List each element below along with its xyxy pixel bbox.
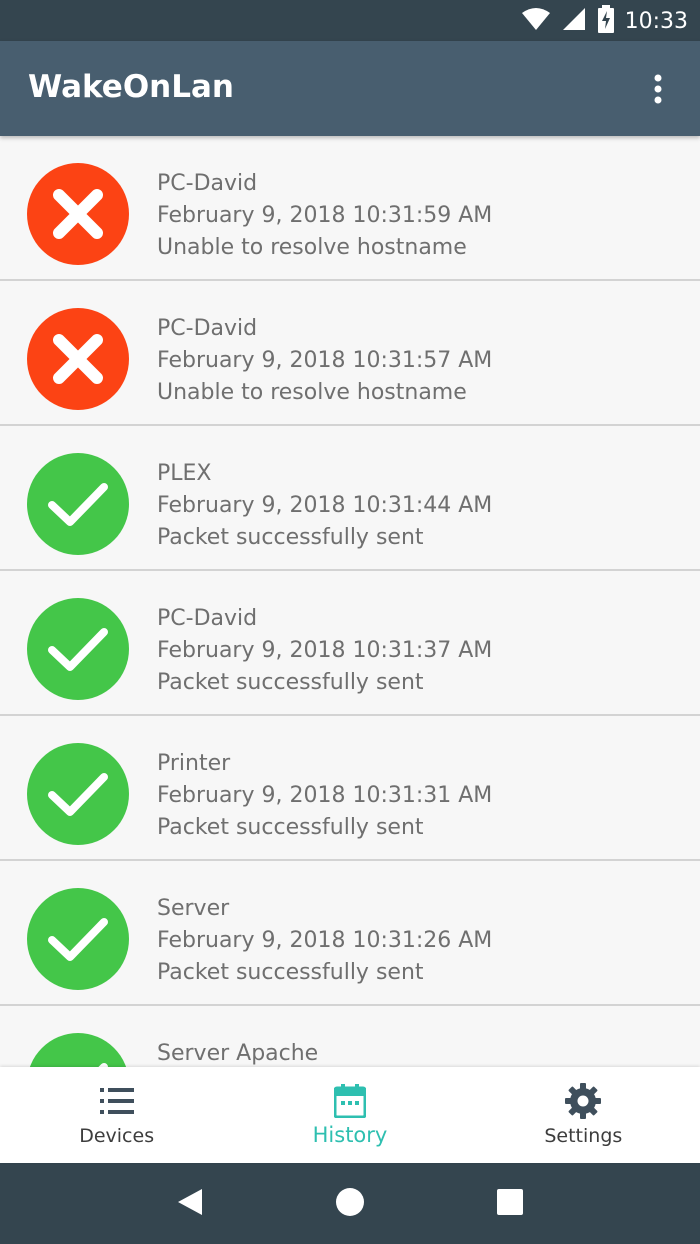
nav-label-history: History (312, 1123, 388, 1147)
checkmark-icon (27, 453, 129, 555)
bottom-navigation: Devices History Settings (0, 1067, 700, 1163)
history-device-name: PC-David (157, 606, 258, 631)
history-device-name: PC-David (157, 171, 258, 196)
history-item[interactable]: PC-David February 9, 2018 10:31:59 AM Un… (0, 136, 700, 281)
history-message: Unable to resolve hostname (157, 235, 467, 260)
status-time: 10:33 (624, 8, 688, 34)
history-device-name: PC-David (157, 316, 258, 341)
cellular-signal-icon (561, 6, 587, 36)
calendar-icon (332, 1083, 368, 1119)
error-icon (27, 308, 129, 410)
history-item[interactable]: PC-David February 9, 2018 10:31:37 AM Pa… (0, 571, 700, 716)
wifi-icon (521, 7, 551, 35)
history-message: Unable to resolve hostname (157, 380, 467, 405)
history-timestamp: February 9, 2018 10:31:37 AM (157, 638, 493, 663)
home-button[interactable] (325, 1179, 375, 1229)
overflow-menu-button[interactable] (636, 69, 680, 113)
history-message: Packet successfully sent (157, 815, 424, 840)
gear-icon (565, 1083, 602, 1119)
history-device-name: Server (157, 896, 230, 921)
history-timestamp: February 9, 2018 10:31:26 AM (157, 928, 493, 953)
system-navigation-bar (0, 1163, 700, 1244)
history-list[interactable]: PC-David February 9, 2018 10:31:59 AM Un… (0, 136, 700, 1067)
history-device-name: PLEX (157, 461, 212, 486)
nav-item-settings[interactable]: Settings (467, 1067, 700, 1163)
nav-label-settings: Settings (544, 1125, 623, 1147)
status-icons: 10:33 (521, 5, 688, 37)
history-message: Packet successfully sent (157, 960, 424, 985)
back-button[interactable] (165, 1179, 215, 1229)
history-item[interactable]: Server February 9, 2018 10:31:26 AM Pack… (0, 861, 700, 1006)
history-item[interactable]: PLEX February 9, 2018 10:31:44 AM Packet… (0, 426, 700, 571)
app-title: WakeOnLan (28, 69, 234, 105)
recents-icon (496, 1188, 524, 1220)
home-icon (335, 1187, 365, 1221)
checkmark-icon (27, 743, 129, 845)
history-timestamp: February 9, 2018 10:31:59 AM (157, 203, 493, 228)
list-icon (99, 1083, 135, 1119)
more-vert-icon (653, 74, 663, 108)
error-icon (27, 163, 129, 265)
status-bar: 10:33 (0, 0, 700, 41)
history-timestamp: February 9, 2018 10:31:57 AM (157, 348, 493, 373)
history-device-name: Server Apache (157, 1041, 319, 1066)
checkmark-icon (27, 1033, 129, 1067)
history-device-name: Printer (157, 751, 231, 776)
checkmark-icon (27, 598, 129, 700)
app-bar: WakeOnLan (0, 41, 700, 136)
history-item[interactable]: Printer February 9, 2018 10:31:31 AM Pac… (0, 716, 700, 861)
history-message: Packet successfully sent (157, 525, 424, 550)
back-icon (176, 1187, 204, 1221)
nav-item-history[interactable]: History (233, 1067, 466, 1163)
history-timestamp: February 9, 2018 10:31:44 AM (157, 493, 493, 518)
checkmark-icon (27, 888, 129, 990)
history-item[interactable]: Server Apache (0, 1006, 700, 1067)
history-timestamp: February 9, 2018 10:31:31 AM (157, 783, 493, 808)
history-message: Packet successfully sent (157, 670, 424, 695)
battery-charging-icon (597, 5, 615, 37)
nav-item-devices[interactable]: Devices (0, 1067, 233, 1163)
recents-button[interactable] (485, 1179, 535, 1229)
nav-label-devices: Devices (79, 1125, 155, 1147)
history-item[interactable]: PC-David February 9, 2018 10:31:57 AM Un… (0, 281, 700, 426)
